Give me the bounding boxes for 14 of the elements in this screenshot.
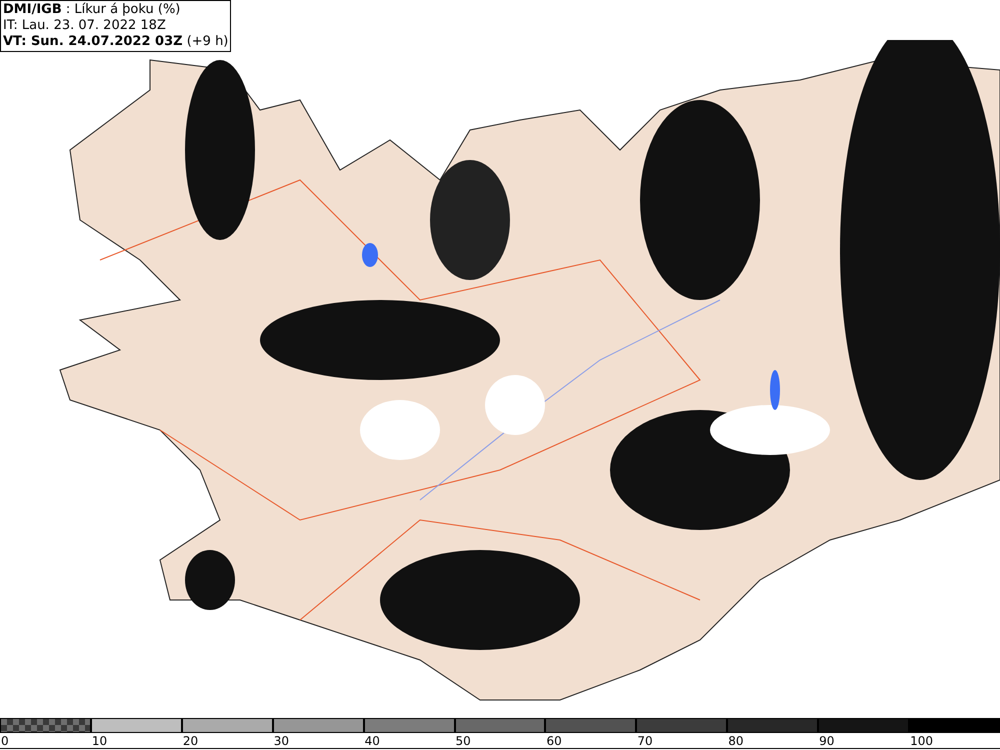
legend-label: 100 bbox=[909, 733, 1000, 749]
legend-label: 20 bbox=[182, 733, 273, 749]
legend-label: 40 bbox=[364, 733, 455, 749]
legend-label: 70 bbox=[636, 733, 728, 749]
legend-label: 10 bbox=[90, 733, 182, 749]
legend-label: 90 bbox=[818, 733, 910, 749]
issue-time: IT: Lau. 23. 07. 2022 18Z bbox=[3, 18, 167, 34]
legend-label: 60 bbox=[545, 733, 636, 749]
legend-label: 0 bbox=[0, 733, 91, 749]
legend-label: 50 bbox=[454, 733, 546, 749]
legend-label: 80 bbox=[727, 733, 818, 749]
valid-time: VT: Sun. 24.07.2022 03Z (+9 h) bbox=[3, 34, 228, 50]
map-title: DMI/IGB : Líkur á þoku (%) bbox=[3, 2, 182, 18]
legend-label: 30 bbox=[272, 733, 364, 749]
